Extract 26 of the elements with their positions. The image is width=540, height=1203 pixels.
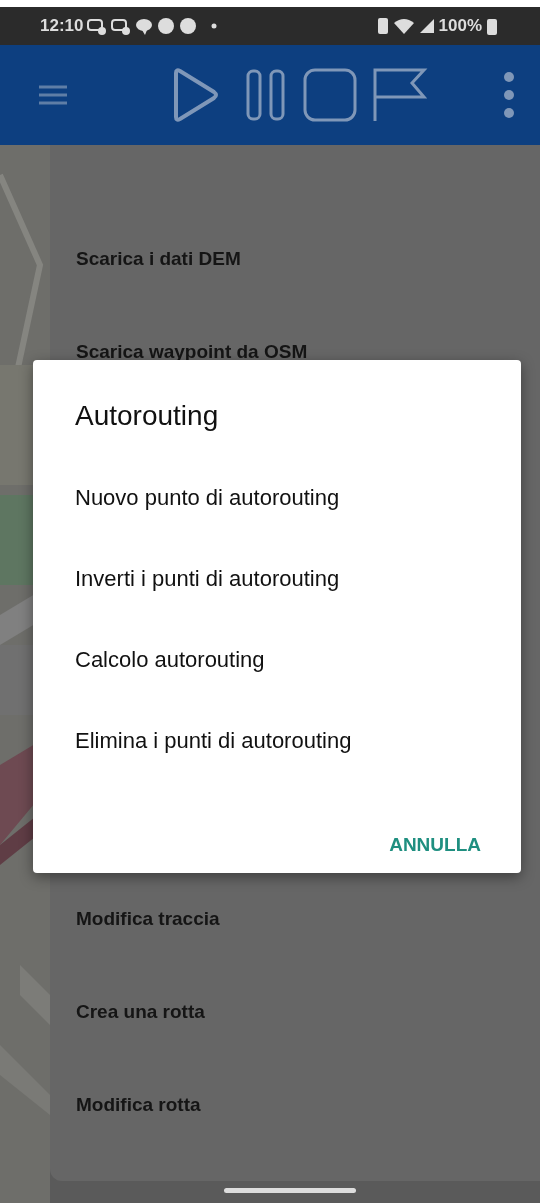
vibrate-icon xyxy=(376,17,389,35)
cancel-button[interactable]: ANNULLA xyxy=(389,828,481,862)
dialog-option[interactable]: Calcolo autorouting xyxy=(75,646,521,727)
chat-icon xyxy=(87,16,108,36)
flag-icon[interactable] xyxy=(372,67,428,123)
dialog-option[interactable]: Nuovo punto di autorouting xyxy=(75,484,521,565)
battery-icon xyxy=(486,16,498,36)
circle-icon xyxy=(157,17,176,35)
signal-icon xyxy=(418,18,435,34)
dialog-option[interactable]: Elimina i punti di autorouting xyxy=(75,727,521,808)
dialog-title: Autorouting xyxy=(75,399,220,433)
wifi-icon xyxy=(392,17,415,35)
speech-bubble-icon xyxy=(135,16,154,36)
circle-icon xyxy=(179,17,198,35)
menu-item[interactable]: Modifica rotta xyxy=(50,1058,540,1151)
more-icon[interactable] xyxy=(502,70,516,120)
chat-icon xyxy=(111,16,132,36)
menu-item[interactable]: Scarica i dati DEM xyxy=(50,212,540,305)
menu-item[interactable]: Modifica traccia xyxy=(50,872,540,965)
clock: 12:10 xyxy=(40,16,84,36)
battery-percentage: 100% xyxy=(438,16,482,36)
menu-item[interactable]: Crea una rotta xyxy=(50,965,540,1058)
dialog-option[interactable]: Inverti i punti di autorouting xyxy=(75,565,521,646)
dot-icon xyxy=(211,23,218,29)
pause-icon[interactable] xyxy=(244,67,288,123)
stop-icon[interactable] xyxy=(302,67,358,123)
